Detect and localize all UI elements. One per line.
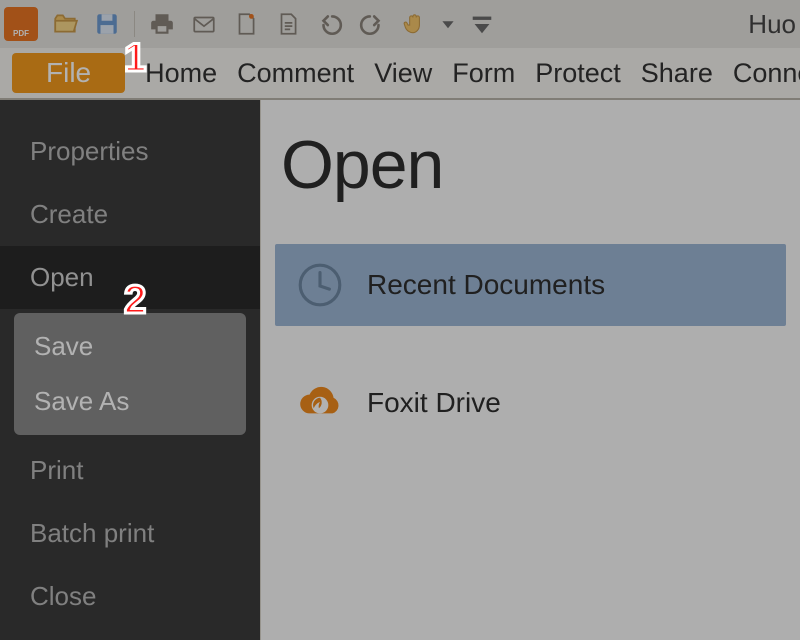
mail-icon[interactable] xyxy=(189,9,219,39)
hand-tool-icon[interactable] xyxy=(399,9,429,39)
sidebar-highlight-group: Save Save As xyxy=(14,313,246,435)
sidebar-item-create[interactable]: Create xyxy=(0,183,260,246)
tab-form[interactable]: Form xyxy=(452,58,515,89)
sidebar-item-properties[interactable]: Properties xyxy=(0,120,260,183)
sidebar-item-batch-print[interactable]: Batch print xyxy=(0,502,260,565)
undo-icon[interactable] xyxy=(315,9,345,39)
username-label: Huo xyxy=(748,9,796,40)
callout-2: 2 xyxy=(124,278,146,323)
sidebar-item-save[interactable]: Save xyxy=(18,319,242,374)
location-recent-documents[interactable]: Recent Documents xyxy=(275,244,786,326)
tab-view[interactable]: View xyxy=(374,58,432,89)
open-folder-icon[interactable] xyxy=(50,9,80,39)
print-icon[interactable] xyxy=(147,9,177,39)
typewriter-icon[interactable] xyxy=(273,9,303,39)
location-label: Foxit Drive xyxy=(367,387,501,419)
redo-icon[interactable] xyxy=(357,9,387,39)
file-backstage: Properties Create Open Save Save As Prin… xyxy=(0,100,800,640)
tab-home[interactable]: Home xyxy=(145,58,217,89)
tab-connect[interactable]: Connect xyxy=(733,58,800,89)
foxit-cloud-icon xyxy=(295,378,345,428)
hand-dropdown-icon[interactable] xyxy=(441,9,455,39)
clock-icon xyxy=(295,260,345,310)
callout-1: 1 xyxy=(124,36,146,81)
backstage-sidebar: Properties Create Open Save Save As Prin… xyxy=(0,100,260,640)
location-label: Recent Documents xyxy=(367,269,605,301)
sidebar-item-close[interactable]: Close xyxy=(0,565,260,628)
app-window: PDF xyxy=(0,0,800,640)
blank-page-icon[interactable] xyxy=(231,9,261,39)
ribbon-tabs: File Home Comment View Form Protect Shar… xyxy=(0,48,800,100)
save-icon[interactable] xyxy=(92,9,122,39)
backstage-content: Open Recent Documents Foxit Drive xyxy=(260,100,800,640)
app-icon: PDF xyxy=(4,7,38,41)
tab-comment[interactable]: Comment xyxy=(237,58,354,89)
separator xyxy=(134,11,135,37)
sidebar-item-save-as[interactable]: Save As xyxy=(18,374,242,429)
customize-qat-icon[interactable] xyxy=(467,9,497,39)
quick-access-toolbar: PDF xyxy=(0,0,800,48)
sidebar-item-print[interactable]: Print xyxy=(0,439,260,502)
tab-share[interactable]: Share xyxy=(641,58,713,89)
location-foxit-drive[interactable]: Foxit Drive xyxy=(275,362,786,444)
tab-protect[interactable]: Protect xyxy=(535,58,621,89)
page-title: Open xyxy=(281,126,786,204)
file-tab[interactable]: File xyxy=(12,53,125,93)
